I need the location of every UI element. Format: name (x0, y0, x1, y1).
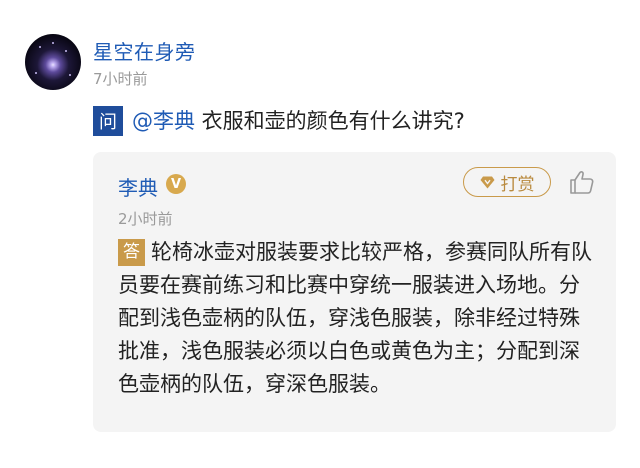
question-badge: 问 (93, 106, 123, 136)
answer-time: 2小时前 (118, 210, 173, 228)
answer-author[interactable]: 李典 (118, 172, 158, 201)
tip-label: 打赏 (500, 174, 535, 195)
answer-card: 李典 V 打赏 2小时前 答轮椅冰壶对服装要求比较严格，参赛同队所有队员要在赛前… (93, 152, 616, 432)
answer-body: 答轮椅冰壶对服装要求比较严格，参赛同队所有队员要在赛前练习和比赛中穿统一服装进入… (118, 236, 598, 401)
thumbs-up-icon[interactable] (568, 168, 596, 196)
question-body: 衣服和壶的颜色有什么讲究? (195, 109, 465, 133)
tip-button[interactable]: 打赏 (463, 167, 551, 197)
answer-text: 轮椅冰壶对服装要求比较严格，参赛同队所有队员要在赛前练习和比赛中穿统一服装进入场… (118, 240, 592, 396)
mention-link[interactable]: @李典 (132, 109, 195, 133)
comment-thread: 星空在身旁 7小时前 问 @李典 衣服和壶的颜色有什么讲究? 李典 V 打赏 2… (0, 0, 640, 468)
question-text: @李典 衣服和壶的颜色有什么讲究? (132, 105, 465, 135)
verified-v-icon: V (166, 174, 186, 194)
username[interactable]: 星空在身旁 (93, 36, 196, 65)
post-time: 7小时前 (93, 70, 148, 88)
gem-icon (480, 176, 494, 188)
answer-badge: 答 (118, 239, 145, 266)
avatar[interactable] (25, 34, 81, 90)
